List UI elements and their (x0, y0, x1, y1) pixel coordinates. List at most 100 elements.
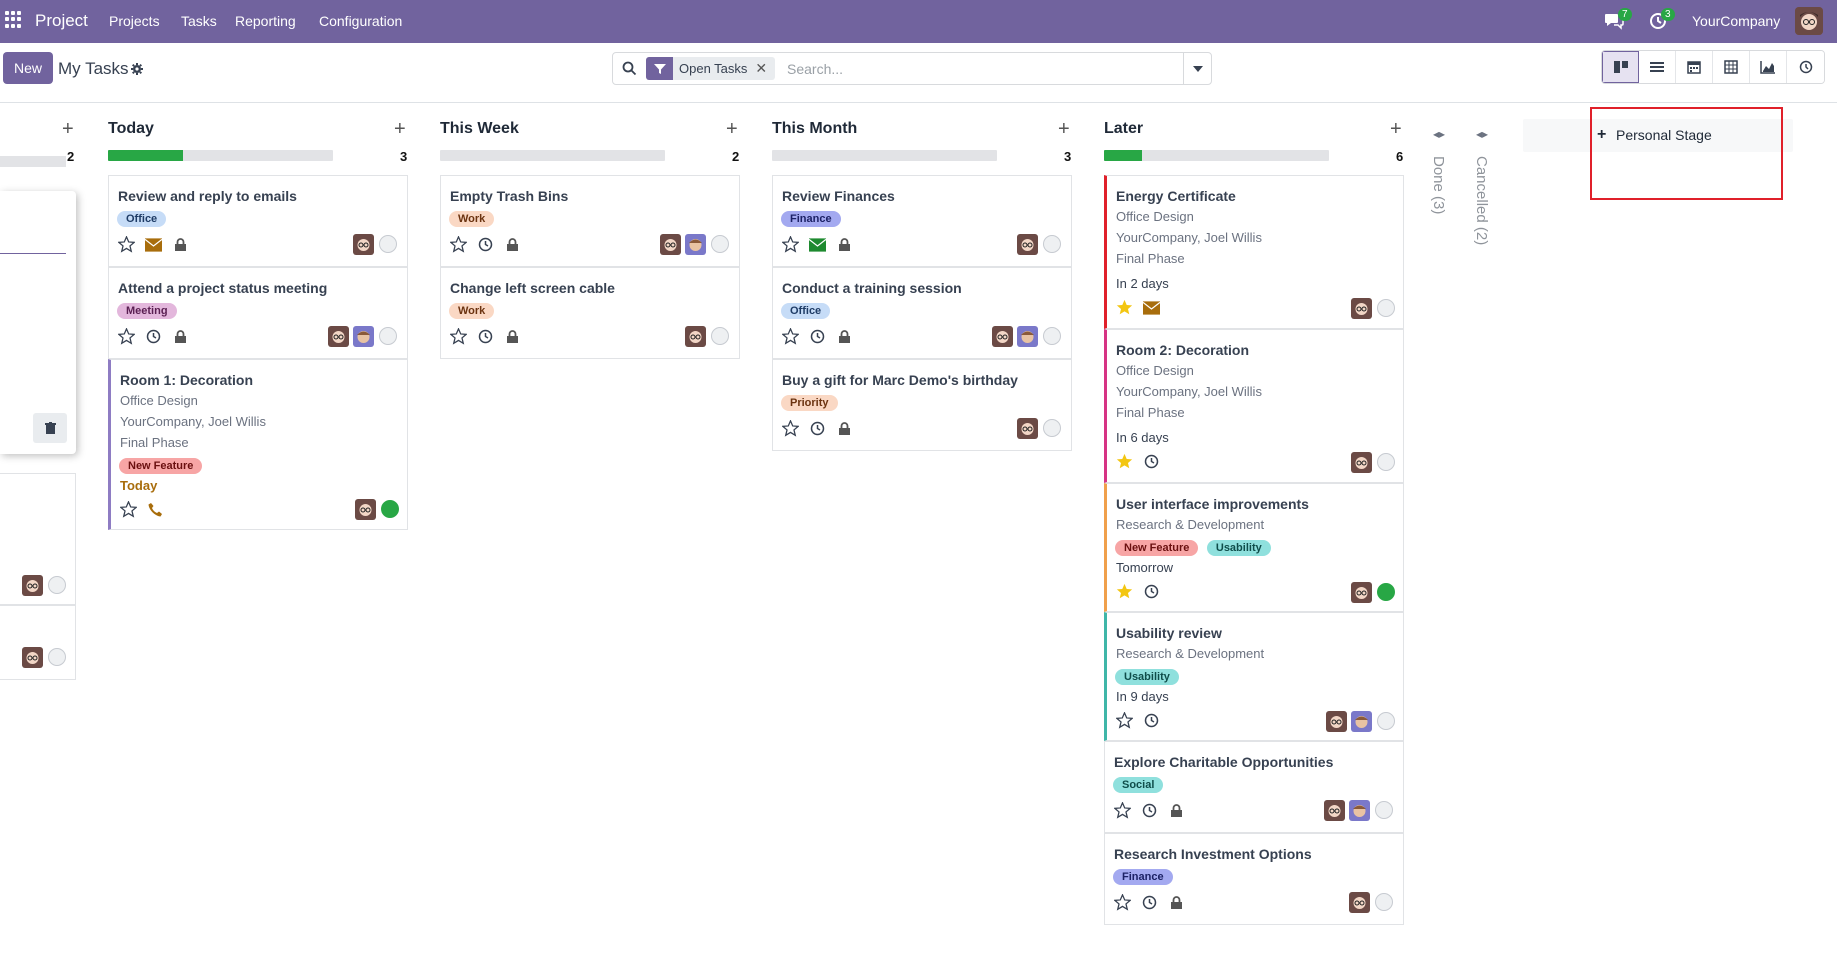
star-icon[interactable] (782, 328, 799, 345)
clock-icon[interactable] (809, 420, 826, 437)
left-card-1[interactable] (0, 473, 76, 605)
quick-create-today-icon[interactable]: + (394, 119, 406, 139)
gear-icon[interactable] (131, 62, 143, 75)
search-dropdown-toggle[interactable] (1183, 53, 1212, 84)
task-card[interactable]: Conduct a training session Office (772, 267, 1072, 359)
quick-create-later-icon[interactable]: + (1390, 119, 1402, 139)
trash-icon[interactable] (33, 413, 67, 443)
status-dot[interactable] (381, 500, 399, 518)
calendar-view-button[interactable] (1676, 51, 1713, 83)
folded-column-cancelled[interactable]: Cancelled (2) (1473, 156, 1490, 245)
star-icon[interactable] (1116, 712, 1133, 729)
star-filled-icon[interactable] (1116, 453, 1133, 470)
menu-tasks[interactable]: Tasks (181, 13, 217, 29)
task-partner: YourCompany, Joel Willis (1116, 230, 1262, 245)
quick-create-input-line[interactable] (0, 253, 66, 254)
status-dot[interactable] (1043, 419, 1061, 437)
task-card[interactable]: Attend a project status meeting Meeting (108, 267, 408, 359)
status-dot[interactable] (1377, 453, 1395, 471)
apps-menu-icon[interactable] (5, 11, 22, 28)
star-icon[interactable] (450, 236, 467, 253)
star-icon[interactable] (1114, 894, 1131, 911)
task-card[interactable]: Room 2: Decoration Office Design YourCom… (1104, 329, 1404, 483)
task-card[interactable]: Room 1: Decoration Office Design YourCom… (108, 359, 408, 530)
column-progressbar-week[interactable] (440, 150, 665, 161)
phone-icon[interactable] (147, 501, 164, 518)
task-card[interactable]: Empty Trash Bins Work (440, 175, 740, 267)
activity-view-button[interactable] (1787, 51, 1824, 83)
star-icon[interactable] (118, 236, 135, 253)
star-icon[interactable] (118, 328, 135, 345)
star-filled-icon[interactable] (1116, 299, 1133, 316)
star-icon[interactable] (782, 236, 799, 253)
unfold-done-icon[interactable]: ◂▸ (1433, 127, 1445, 141)
clock-icon[interactable] (145, 328, 162, 345)
status-dot[interactable] (1043, 327, 1061, 345)
envelope-icon[interactable] (1143, 299, 1160, 316)
status-dot[interactable] (1377, 583, 1395, 601)
company-switcher[interactable]: YourCompany (1692, 13, 1780, 29)
envelope-icon[interactable] (809, 236, 826, 253)
star-icon[interactable] (782, 420, 799, 437)
column-title-month[interactable]: This Month (772, 120, 857, 138)
folded-column-done[interactable]: Done (3) (1430, 156, 1447, 214)
task-card[interactable]: Research Investment Options Finance (1104, 833, 1404, 925)
graph-view-button[interactable] (1750, 51, 1787, 83)
task-card[interactable]: Explore Charitable Opportunities Social (1104, 741, 1404, 833)
task-card[interactable]: Review Finances Finance (772, 175, 1072, 267)
search-input[interactable]: Search... (787, 61, 843, 77)
menu-reporting[interactable]: Reporting (235, 13, 296, 29)
clock-icon[interactable] (477, 236, 494, 253)
quick-create-left-icon[interactable]: + (62, 119, 74, 139)
column-title-week[interactable]: This Week (440, 120, 519, 138)
status-dot[interactable] (1043, 235, 1061, 253)
status-dot[interactable] (48, 576, 66, 594)
status-dot[interactable] (379, 327, 397, 345)
column-progressbar-later[interactable] (1104, 150, 1329, 161)
quick-create-month-icon[interactable]: + (1058, 119, 1070, 139)
user-avatar[interactable] (1795, 7, 1823, 35)
list-view-button[interactable] (1639, 51, 1676, 83)
star-icon[interactable] (120, 501, 137, 518)
status-dot[interactable] (1375, 801, 1393, 819)
column-progressbar-today[interactable] (108, 150, 333, 161)
clock-icon[interactable] (1141, 894, 1158, 911)
quick-create-week-icon[interactable]: + (726, 119, 738, 139)
left-card-2[interactable] (0, 605, 76, 680)
star-filled-icon[interactable] (1116, 583, 1133, 600)
column-progressbar-month[interactable] (772, 150, 997, 161)
pivot-view-button[interactable] (1713, 51, 1750, 83)
menu-projects[interactable]: Projects (109, 13, 160, 29)
menu-configuration[interactable]: Configuration (319, 13, 402, 29)
status-dot[interactable] (1375, 893, 1393, 911)
task-card[interactable]: User interface improvements Research & D… (1104, 483, 1404, 612)
status-dot[interactable] (379, 235, 397, 253)
new-button[interactable]: New (3, 52, 53, 84)
status-dot[interactable] (1377, 299, 1395, 317)
clock-icon[interactable] (477, 328, 494, 345)
column-title-today[interactable]: Today (108, 120, 154, 138)
app-name[interactable]: Project (35, 11, 88, 31)
kanban-view-button[interactable] (1602, 51, 1639, 83)
task-card[interactable]: Change left screen cable Work (440, 267, 740, 359)
envelope-icon[interactable] (145, 236, 162, 253)
task-card[interactable]: Review and reply to emails Office (108, 175, 408, 267)
star-icon[interactable] (1114, 802, 1131, 819)
status-dot[interactable] (48, 648, 66, 666)
column-title-later[interactable]: Later (1104, 120, 1143, 138)
task-card[interactable]: Usability review Research & Development … (1104, 612, 1404, 741)
status-dot[interactable] (711, 327, 729, 345)
clock-icon[interactable] (1143, 583, 1160, 600)
search-bar[interactable]: Open Tasks ✕ Search... (612, 52, 1212, 85)
clock-icon[interactable] (1143, 453, 1160, 470)
star-icon[interactable] (450, 328, 467, 345)
status-dot[interactable] (711, 235, 729, 253)
status-dot[interactable] (1377, 712, 1395, 730)
clock-icon[interactable] (1143, 712, 1160, 729)
task-card[interactable]: Energy Certificate Office Design YourCom… (1104, 175, 1404, 329)
task-card[interactable]: Buy a gift for Marc Demo's birthday Prio… (772, 359, 1072, 451)
unfold-cancelled-icon[interactable]: ◂▸ (1476, 127, 1488, 141)
clock-icon[interactable] (1141, 802, 1158, 819)
clock-icon[interactable] (809, 328, 826, 345)
remove-facet-icon[interactable]: ✕ (753, 57, 776, 80)
